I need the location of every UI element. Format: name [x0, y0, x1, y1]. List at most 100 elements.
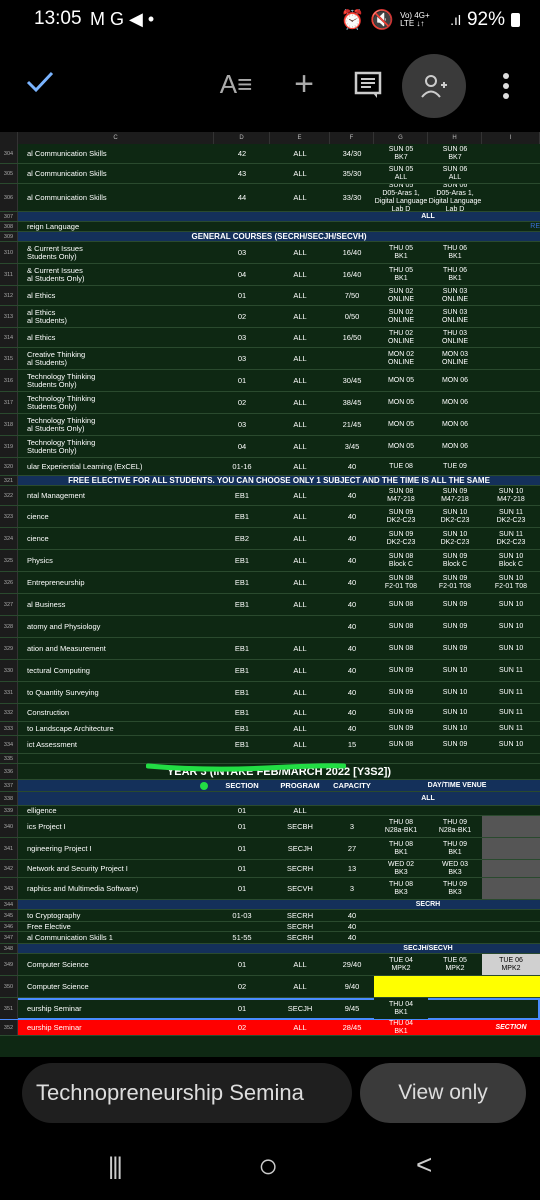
cell-i[interactable] — [482, 816, 540, 837]
cell-i[interactable] — [482, 878, 540, 899]
row-number[interactable]: 348 — [0, 944, 18, 953]
cell-e[interactable]: ALL — [270, 806, 330, 815]
cell-c[interactable]: ngineering Project I — [18, 838, 214, 859]
cell-d[interactable]: 03 — [214, 348, 270, 369]
cell-c[interactable]: al Communication Skills — [18, 144, 214, 163]
sheet-row-307[interactable]: 307 ALL — [0, 212, 540, 222]
cell-f[interactable]: 21/45 — [330, 414, 374, 435]
cell-d[interactable]: 01 — [214, 860, 270, 877]
recents-button[interactable]: ||| — [108, 1153, 123, 1181]
cell-i[interactable] — [482, 458, 540, 475]
cell-h[interactable]: THU 03 ONLINE — [428, 328, 482, 347]
cell-e[interactable]: ALL — [270, 414, 330, 435]
cell-g[interactable]: SUN 09 DK2-C23 — [374, 528, 428, 549]
cell-d[interactable]: EB1 — [214, 660, 270, 681]
cell-c[interactable]: al Ethics al Students) — [18, 306, 214, 327]
sheet-row-324[interactable]: 324 cience EB2 ALL 40 SUN 09 DK2-C23 SUN 10 DK… — [0, 528, 540, 550]
cell-c[interactable]: ics Project I — [18, 816, 214, 837]
sheet-row-352[interactable]: 352 eurship Seminar 02 ALL 28/45 THU 04 BK1 SE… — [0, 1020, 540, 1036]
cell-i[interactable] — [482, 944, 540, 953]
cell-i[interactable] — [482, 806, 540, 815]
cell-g[interactable]: THU 02 ONLINE — [374, 328, 428, 347]
cell-c[interactable]: raphics and Multimedia Software) — [18, 878, 214, 899]
cell-c[interactable]: cience — [18, 506, 214, 527]
cell-h[interactable]: SUN 10 DK2-C23 — [428, 506, 482, 527]
row-number[interactable]: 341 — [0, 838, 18, 859]
row-number[interactable]: 315 — [0, 348, 18, 369]
cell-d[interactable]: 01-03 — [214, 910, 270, 921]
sheet-row-329[interactable]: 329 ation and Measurement EB1 ALL 40 SUN 08 SU… — [0, 638, 540, 660]
sheet-row-347[interactable]: 347 al Communication Skills 1 51-55 SECRH 40 — [0, 932, 540, 944]
cell-g[interactable]: SUN 08 F2-01 T08 — [374, 572, 428, 593]
cell-e[interactable]: ALL — [270, 144, 330, 163]
row-number[interactable]: 307 — [0, 212, 18, 221]
cell-i[interactable] — [482, 286, 540, 305]
cell-c[interactable]: atomy and Physiology — [18, 616, 214, 637]
cell-g[interactable] — [374, 922, 428, 931]
cell-g[interactable] — [374, 976, 428, 997]
row-number[interactable]: 306 — [0, 184, 18, 211]
cell-d[interactable]: 51-55 — [214, 932, 270, 943]
cell-f[interactable]: 16/40 — [330, 264, 374, 285]
cell-i[interactable]: SUN 10 — [482, 594, 540, 615]
cell-h[interactable]: SUN 09 M47-218 — [428, 486, 482, 505]
cell-c[interactable] — [18, 944, 214, 953]
sheet-row-321[interactable]: 321 FREE ELECTIVE FOR ALL STUDENTS. YOU C… — [0, 476, 540, 486]
cell-c[interactable]: ntal Management — [18, 486, 214, 505]
cell-c[interactable]: Creative Thinking al Students) — [18, 348, 214, 369]
cell-f[interactable]: 35/30 — [330, 164, 374, 183]
cell-f[interactable]: 40 — [330, 506, 374, 527]
cell-i[interactable] — [482, 392, 540, 413]
cell-c[interactable]: ular Experiential Learning (ExCEL) — [18, 458, 214, 475]
sheet-row-323[interactable]: 323 cience EB1 ALL 40 SUN 09 DK2-C23 SUN 10 DK… — [0, 506, 540, 528]
cell-e[interactable]: ALL — [270, 164, 330, 183]
cell-d[interactable]: 01 — [214, 286, 270, 305]
row-number[interactable]: 338 — [0, 792, 18, 805]
cell-g[interactable]: MON 05 — [374, 370, 428, 391]
cell-i[interactable] — [482, 184, 540, 211]
row-number[interactable]: 337 — [0, 780, 18, 791]
cell-g[interactable]: SUN 02 ONLINE — [374, 286, 428, 305]
cell-e[interactable]: SECJH — [270, 998, 330, 1019]
cell-f[interactable]: 40 — [330, 528, 374, 549]
cell-d[interactable]: 01 — [214, 370, 270, 391]
cell-e[interactable]: ALL — [270, 682, 330, 703]
sheet-row-304[interactable]: 304 al Communication Skills 42 ALL 34/30 SUN … — [0, 144, 540, 164]
cell-c[interactable] — [18, 212, 214, 221]
cell-g[interactable] — [374, 910, 428, 921]
cell-c[interactable]: Technology Thinking Students Only) — [18, 370, 214, 391]
cell-h[interactable]: SUN 06 ALL — [428, 164, 482, 183]
cell-i[interactable]: SUN 11 — [482, 660, 540, 681]
cell-h[interactable] — [428, 806, 482, 815]
cell-e[interactable]: ALL — [270, 392, 330, 413]
cell-g[interactable]: THU 08 N28a-BK1 — [374, 816, 428, 837]
cell-e[interactable]: ALL — [270, 264, 330, 285]
cell-h[interactable]: THU 06 BK1 — [428, 264, 482, 285]
column-header-c[interactable]: C — [18, 132, 214, 144]
cell-c[interactable]: al Business — [18, 594, 214, 615]
cell-i[interactable] — [482, 144, 540, 163]
cell-c[interactable]: & Current Issues Students Only) — [18, 242, 214, 263]
cell-d[interactable]: 04 — [214, 264, 270, 285]
cell-e[interactable]: ALL — [270, 306, 330, 327]
cell-c[interactable]: Computer Science — [18, 954, 214, 975]
row-number[interactable]: 316 — [0, 370, 18, 391]
sheet-row-327[interactable]: 327 al Business EB1 ALL 40 SUN 08 SUN 09 SUN 10 — [0, 594, 540, 616]
cell-c[interactable]: cience — [18, 528, 214, 549]
cell-f[interactable]: 3/45 — [330, 436, 374, 457]
cell-g[interactable] — [374, 806, 428, 815]
cell-d[interactable]: 01 — [214, 838, 270, 859]
sheet-row-332[interactable]: 332 Construction EB1 ALL 40 SUN 09 SUN 10 SUN 1… — [0, 704, 540, 722]
select-all-corner[interactable] — [0, 132, 18, 144]
cell-h[interactable] — [428, 900, 482, 909]
back-button[interactable]: < — [416, 1149, 432, 1181]
cell-e[interactable]: ALL — [270, 184, 330, 211]
row-number[interactable]: 336 — [0, 764, 18, 779]
cell-h[interactable] — [428, 976, 482, 997]
comment-icon[interactable] — [350, 68, 386, 102]
plus-icon[interactable]: + — [286, 65, 322, 103]
text-format-icon[interactable]: A≡ — [218, 66, 254, 102]
cell-g[interactable]: SUN 08 — [374, 638, 428, 659]
sheet-row-320[interactable]: 320 ular Experiential Learning (ExCEL) 01-… — [0, 458, 540, 476]
cell-c[interactable]: Technology Thinking Students Only) — [18, 392, 214, 413]
